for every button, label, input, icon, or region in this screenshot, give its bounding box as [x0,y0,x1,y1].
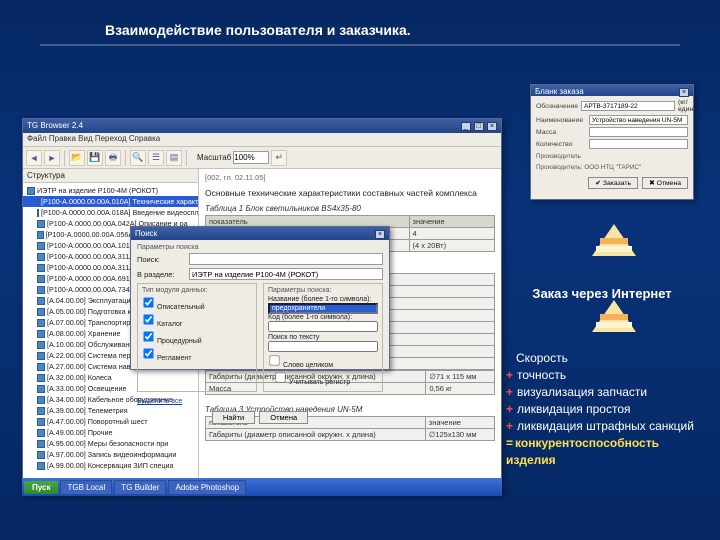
taskbar-item-builder[interactable]: TG Builder [114,480,166,495]
order-form-titlebar: Бланк заказа × [531,85,693,96]
open-icon[interactable]: 📂 [69,150,85,166]
type-catalog[interactable]: Каталог [142,313,252,330]
find-input[interactable] [189,253,383,265]
close-button[interactable]: × [487,122,497,131]
benefits-list: Скорость +точность +визуализация запчаст… [506,350,696,469]
content-heading: Основные технические характеристики сост… [205,188,495,198]
param-name-label: Название (более 1-го символа): [268,296,378,303]
order-via-internet-label: Заказ через Интернет [512,286,692,301]
tree-node[interactable]: [А.97.00.00] Запись видеоинформации [23,449,198,460]
tree-node[interactable]: [А.95.00.00] Меры безопасности при [23,438,198,449]
pyramid-icon-top [592,224,636,256]
scope-label: В разделе: [137,270,185,279]
doc-icon[interactable]: ▤ [166,150,182,166]
start-button[interactable]: Пуск [24,481,58,494]
search-icon[interactable]: 🔍 [130,150,146,166]
search-dialog-title: Поиск [135,227,157,240]
mass-input[interactable] [589,127,688,137]
order-cancel-button[interactable]: ✖ Отмена [642,177,688,189]
zoom-input[interactable] [233,151,269,164]
table1-caption: Таблица 1 Блок светильников BS4x35-80 [205,204,495,213]
find-button[interactable]: Найти [212,411,255,424]
zoom-apply-icon[interactable]: ↵ [271,150,287,166]
order-form-window: Бланк заказа × Обозначение (кг/един) Наим… [530,84,694,200]
toolbar: ◄ ► 📂 💾 🖶 🔍 ☰ ▤ Масштаб ↵ [23,147,501,169]
type-box: Тип модуля данных: Описательный Каталог … [137,283,257,392]
window-buttons: _ □ × [460,119,497,133]
params-box: Параметры поиска: Название (более 1-го с… [263,283,383,392]
tree-node[interactable]: [А.49.00.00] Прочие [23,427,198,438]
producer-label: Производитель [536,153,688,160]
maximize-button[interactable]: □ [474,122,484,131]
param-name-input[interactable] [268,303,378,314]
qty-label: Количество [536,141,586,148]
search-dialog-titlebar: Поиск × [131,227,389,240]
mass-label: Масса [536,129,586,136]
zoom-label: Масштаб [197,153,231,162]
type-procedural[interactable]: Процедурный [142,330,252,347]
taskbar-item-tgb[interactable]: TGB Local [60,480,112,495]
order-form-close[interactable]: × [679,88,689,97]
param-code-input[interactable] [268,321,378,332]
producer-value: Производитель: ООО НТЦ "ТАРИС" [536,164,688,171]
select-all-link[interactable]: Выделить все [137,398,182,405]
print-icon[interactable]: 🖶 [105,150,121,166]
nav-fwd-icon[interactable]: ► [44,150,60,166]
type-reglament[interactable]: Регламент [142,347,252,364]
code-label: Обозначение [536,103,578,110]
type-box-title: Тип модуля данных: [142,287,252,294]
tree-node[interactable]: [Р100-А.0000.00.00А.018А] Введение видео… [23,207,198,218]
nav-back-icon[interactable]: ◄ [26,150,42,166]
pyramid-icon-bottom [592,300,636,332]
name-label: Наименование [536,117,586,124]
order-button[interactable]: ✔ Заказать [588,177,638,189]
tree-node[interactable]: ИЭТР на изделие Р100-4М (РОКОТ) [23,185,198,196]
breadcrumb: [002, гл. 02.11.05] [205,173,495,182]
browser-title: TG Browser 2.4 [27,119,83,133]
menubar[interactable]: Файл Правка Вид Переход Справка [23,133,501,147]
opt-whole[interactable]: Слово целиком [268,354,378,371]
code-input[interactable] [581,101,675,111]
scope-input[interactable] [189,268,383,280]
browser-titlebar: TG Browser 2.4 _ □ × [23,119,501,133]
minimize-button[interactable]: _ [461,122,471,131]
taskbar: Пуск TGB Local TG Builder Adobe Photosho… [22,478,502,496]
params-box-title: Параметры поиска: [268,287,378,294]
search-params-label: Параметры поиска [137,244,383,251]
type-descriptive[interactable]: Описательный [142,296,252,313]
unit-label: (кг/един) [678,99,695,113]
taskbar-item-ps[interactable]: Adobe Photoshop [168,480,246,495]
cancel-button[interactable]: Отмена [259,411,308,424]
tree-node[interactable]: [Р100-А.0000.00.00А.010А] Технические ха… [23,196,198,207]
save-icon[interactable]: 💾 [87,150,103,166]
text-search-label: Поиск по тексту [268,334,378,341]
slide-title: Взаимодействие пользователя и заказчика. [105,22,411,38]
order-form-title: Бланк заказа [535,85,584,96]
find-label: Поиск: [137,255,185,264]
qty-input[interactable] [589,139,688,149]
opt-case[interactable]: Учитывать регистр [274,371,378,388]
text-search-input[interactable] [268,341,378,352]
dialog-close-button[interactable]: × [375,230,385,239]
param-code-label: Код (более 1-го символа): [268,314,378,321]
name-input[interactable] [589,115,688,125]
title-rule [40,44,680,46]
search-dialog: Поиск × Параметры поиска Поиск: В раздел… [130,226,390,370]
tree-icon[interactable]: ☰ [148,150,164,166]
tree-node[interactable]: [А.99.00.00] Консервация ЗИП специа [23,460,198,471]
structure-header: Структура [23,169,198,183]
